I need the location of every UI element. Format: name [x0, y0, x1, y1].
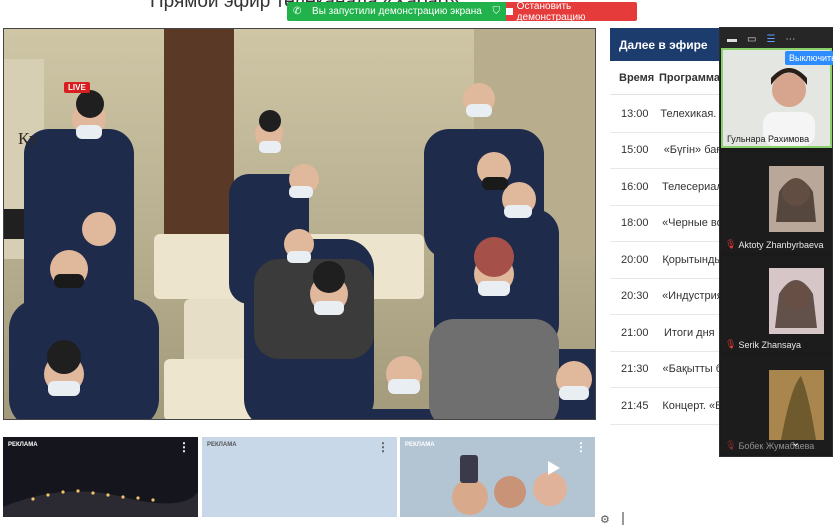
schedule-time: 16:00: [621, 180, 649, 193]
schedule-program: «Черные во: [662, 217, 720, 230]
participant-video: [721, 256, 832, 352]
mic-muted-icon: 🎙: [725, 339, 737, 349]
schedule-time: 18:00: [621, 217, 649, 230]
ad-card[interactable]: РЕКЛАМА ⋮: [400, 437, 595, 517]
ad-tag: РЕКЛАМА: [8, 442, 38, 448]
schedule-program: «Бақытты б: [662, 363, 720, 376]
stop-share-label: Остановить демонстрацию: [516, 0, 586, 23]
gear-icon[interactable]: ⚙: [600, 513, 610, 525]
window-icon[interactable]: ▭: [747, 34, 756, 45]
live-video-player[interactable]: LIVE Ку: [3, 28, 596, 420]
stop-icon: [506, 8, 513, 15]
schedule-row: 18:00 «Черные во: [610, 206, 720, 242]
turn-off-button[interactable]: Выключить: [785, 51, 833, 65]
schedule-program: Итоги дня: [664, 326, 715, 339]
channel-logo-text: Ку: [18, 129, 39, 148]
participant-tile[interactable]: 🎙 Бобек Жумабаева: [721, 356, 832, 453]
col-program: Программа: [658, 71, 720, 84]
more-icon[interactable]: ⋯: [785, 34, 795, 45]
share-status: ✆ Вы запустили демонстрацию экрана ⛉: [287, 2, 506, 21]
schedule-heading: Далее в эфире: [610, 28, 720, 61]
mic-muted-icon: 🎙: [725, 239, 737, 249]
schedule-program: Концерт. «Б: [662, 399, 720, 412]
schedule-time: 20:00: [621, 253, 649, 266]
video-frame: [4, 29, 595, 419]
schedule-time: 20:30: [621, 290, 649, 303]
col-time: Время: [619, 71, 655, 84]
schedule-row: 21:30 «Бақытты б: [610, 352, 720, 388]
shield-icon: ⛉: [492, 6, 501, 17]
schedule-time: 15:00: [621, 144, 649, 157]
schedule-time: 21:30: [621, 363, 649, 376]
schedule-row: 16:00 Телесериал: [610, 169, 720, 206]
more-options-icon[interactable]: ⋮: [178, 441, 190, 453]
live-badge: LIVE: [64, 82, 90, 93]
phone-icon: ✆: [293, 6, 302, 17]
schedule-time: 21:45: [621, 399, 649, 412]
ad-tag: РЕКЛАМА: [207, 442, 237, 448]
chevron-down-icon[interactable]: ⌄: [791, 436, 800, 449]
schedule-row: 13:00 Телехикая. «: [610, 96, 720, 133]
mic-muted-icon: 🎙: [725, 440, 737, 450]
schedule-row: 15:00 «Бүгін» бағ: [610, 133, 720, 169]
more-options-icon[interactable]: ⋮: [575, 441, 587, 453]
participant-video: [721, 356, 832, 453]
schedule-program: «Бүгін» бағ: [663, 144, 720, 157]
minimize-icon[interactable]: ▬: [727, 34, 737, 45]
ad-image: [400, 437, 595, 517]
schedule-time: 13:00: [621, 107, 649, 120]
schedule-row: 20:30 «Индустрия: [610, 279, 720, 315]
more-options-icon[interactable]: ⋮: [377, 441, 389, 453]
participant-tile[interactable]: 🎙 Aktoty Zhanbyrbaeva: [721, 152, 832, 252]
screen-share-bar: ✆ Вы запустили демонстрацию экрана ⛉ Ост…: [287, 0, 637, 23]
schedule-program: Телехикая. «: [660, 107, 720, 120]
screen: { "page": { "title": "Прямой эфир телека…: [0, 0, 833, 525]
schedule-row: 21:45 Концерт. «Б: [610, 388, 720, 425]
gallery-view-icon[interactable]: ☰: [766, 34, 775, 45]
ad-tag: РЕКЛАМА: [405, 442, 435, 448]
participant-video: [721, 152, 832, 252]
ad-card[interactable]: РЕКЛАМА ⋮: [202, 437, 397, 517]
ad-image: [3, 437, 198, 517]
divider: [622, 512, 624, 525]
participant-name: Гульнара Рахимова: [727, 134, 810, 144]
schedule-columns: Время Программа: [610, 61, 720, 95]
panel-toolbar: ▬ ▭ ☰ ⋯: [720, 28, 833, 50]
schedule-time: 21:00: [621, 326, 649, 339]
participant-tile[interactable]: 🎙 Serik Zhansaya: [721, 256, 832, 352]
share-status-text: Вы запустили демонстрацию экрана: [312, 6, 482, 17]
ad-card[interactable]: РЕКЛАМА ⋮: [3, 437, 198, 517]
participant-name: 🎙 Aktoty Zhanbyrbaeva: [725, 239, 824, 250]
schedule-row: 21:00 Итоги дня: [610, 315, 720, 352]
participant-name: 🎙 Бобек Жумабаева: [725, 440, 815, 451]
schedule-row: 20:00 Қорытынды: [610, 242, 720, 279]
schedule-program: Телесериал: [662, 180, 720, 193]
participant-name: 🎙 Serik Zhansaya: [725, 339, 801, 350]
stop-share-button[interactable]: Остановить демонстрацию: [506, 0, 637, 23]
schedule-program: «Индустрия: [662, 290, 720, 303]
schedule-program: Қорытынды: [662, 253, 720, 266]
